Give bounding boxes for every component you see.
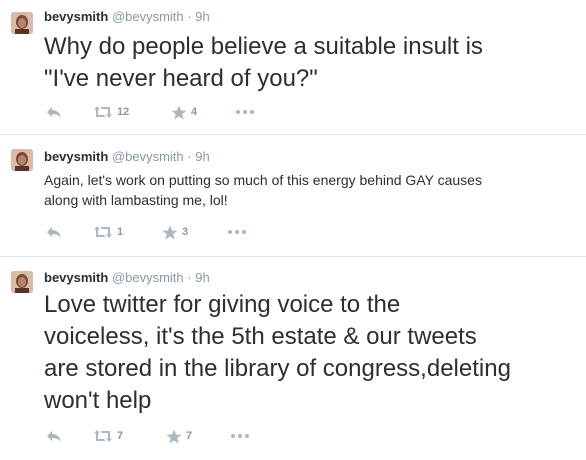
favorite-button[interactable]: 7 — [166, 427, 192, 445]
tweet[interactable]: bevysmith @bevysmith · 9h Love twitter f… — [0, 257, 586, 460]
favorite-count: 3 — [182, 226, 189, 238]
reply-button[interactable] — [46, 103, 62, 121]
retweet-button[interactable]: 1 — [93, 223, 123, 241]
more-icon — [228, 230, 246, 234]
tweet-actions: 7 7 — [44, 427, 344, 445]
reply-button[interactable] — [46, 427, 62, 445]
user-screenname[interactable]: @bevysmith — [112, 9, 184, 24]
more-button[interactable] — [230, 427, 250, 445]
user-screenname[interactable]: @bevysmith — [112, 270, 184, 285]
retweet-button[interactable]: 12 — [93, 103, 129, 121]
retweet-icon — [94, 226, 112, 238]
tweet-text: Love twitter for giving voice to the voi… — [44, 291, 511, 414]
retweet-count: 1 — [117, 226, 124, 238]
tweet-text: Why do people believe a suitable insult … — [44, 33, 483, 92]
favorite-count: 7 — [186, 430, 193, 442]
retweet-icon — [94, 430, 112, 442]
star-icon — [166, 429, 182, 443]
separator-dot: · — [187, 270, 192, 285]
tweet-text: Again, let's work on putting so much of … — [44, 172, 482, 208]
star-icon — [171, 105, 187, 119]
tweet-timestamp[interactable]: 9h — [195, 9, 209, 24]
star-icon — [162, 225, 178, 239]
favorite-button[interactable]: 3 — [162, 223, 188, 241]
tweet[interactable]: bevysmith @bevysmith · 9h Again, let's w… — [0, 135, 586, 257]
more-icon — [231, 434, 249, 438]
avatar[interactable] — [11, 12, 33, 34]
tweet-timestamp[interactable]: 9h — [195, 270, 209, 285]
avatar[interactable] — [11, 271, 33, 293]
avatar[interactable] — [11, 149, 33, 171]
more-button[interactable] — [235, 103, 255, 121]
reply-icon — [47, 431, 61, 442]
tweet[interactable]: bevysmith @bevysmith · 9h Why do people … — [0, 0, 586, 135]
reply-icon — [47, 107, 61, 118]
more-icon — [236, 110, 254, 114]
retweet-icon — [94, 106, 112, 118]
retweet-count: 7 — [117, 430, 124, 442]
separator-dot: · — [187, 9, 192, 24]
user-fullname[interactable]: bevysmith — [44, 9, 108, 24]
separator-dot: · — [187, 149, 192, 164]
user-fullname[interactable]: bevysmith — [44, 149, 108, 164]
reply-icon — [47, 227, 61, 238]
user-fullname[interactable]: bevysmith — [44, 270, 108, 285]
reply-button[interactable] — [46, 223, 62, 241]
tweet-actions: 1 3 — [44, 223, 344, 241]
tweet-timestamp[interactable]: 9h — [195, 149, 209, 164]
retweet-button[interactable]: 7 — [93, 427, 123, 445]
more-button[interactable] — [227, 223, 247, 241]
user-screenname[interactable]: @bevysmith — [112, 149, 184, 164]
favorite-button[interactable]: 4 — [171, 103, 197, 121]
favorite-count: 4 — [191, 106, 198, 118]
tweet-actions: 12 4 — [44, 103, 344, 121]
retweet-count: 12 — [117, 106, 130, 118]
